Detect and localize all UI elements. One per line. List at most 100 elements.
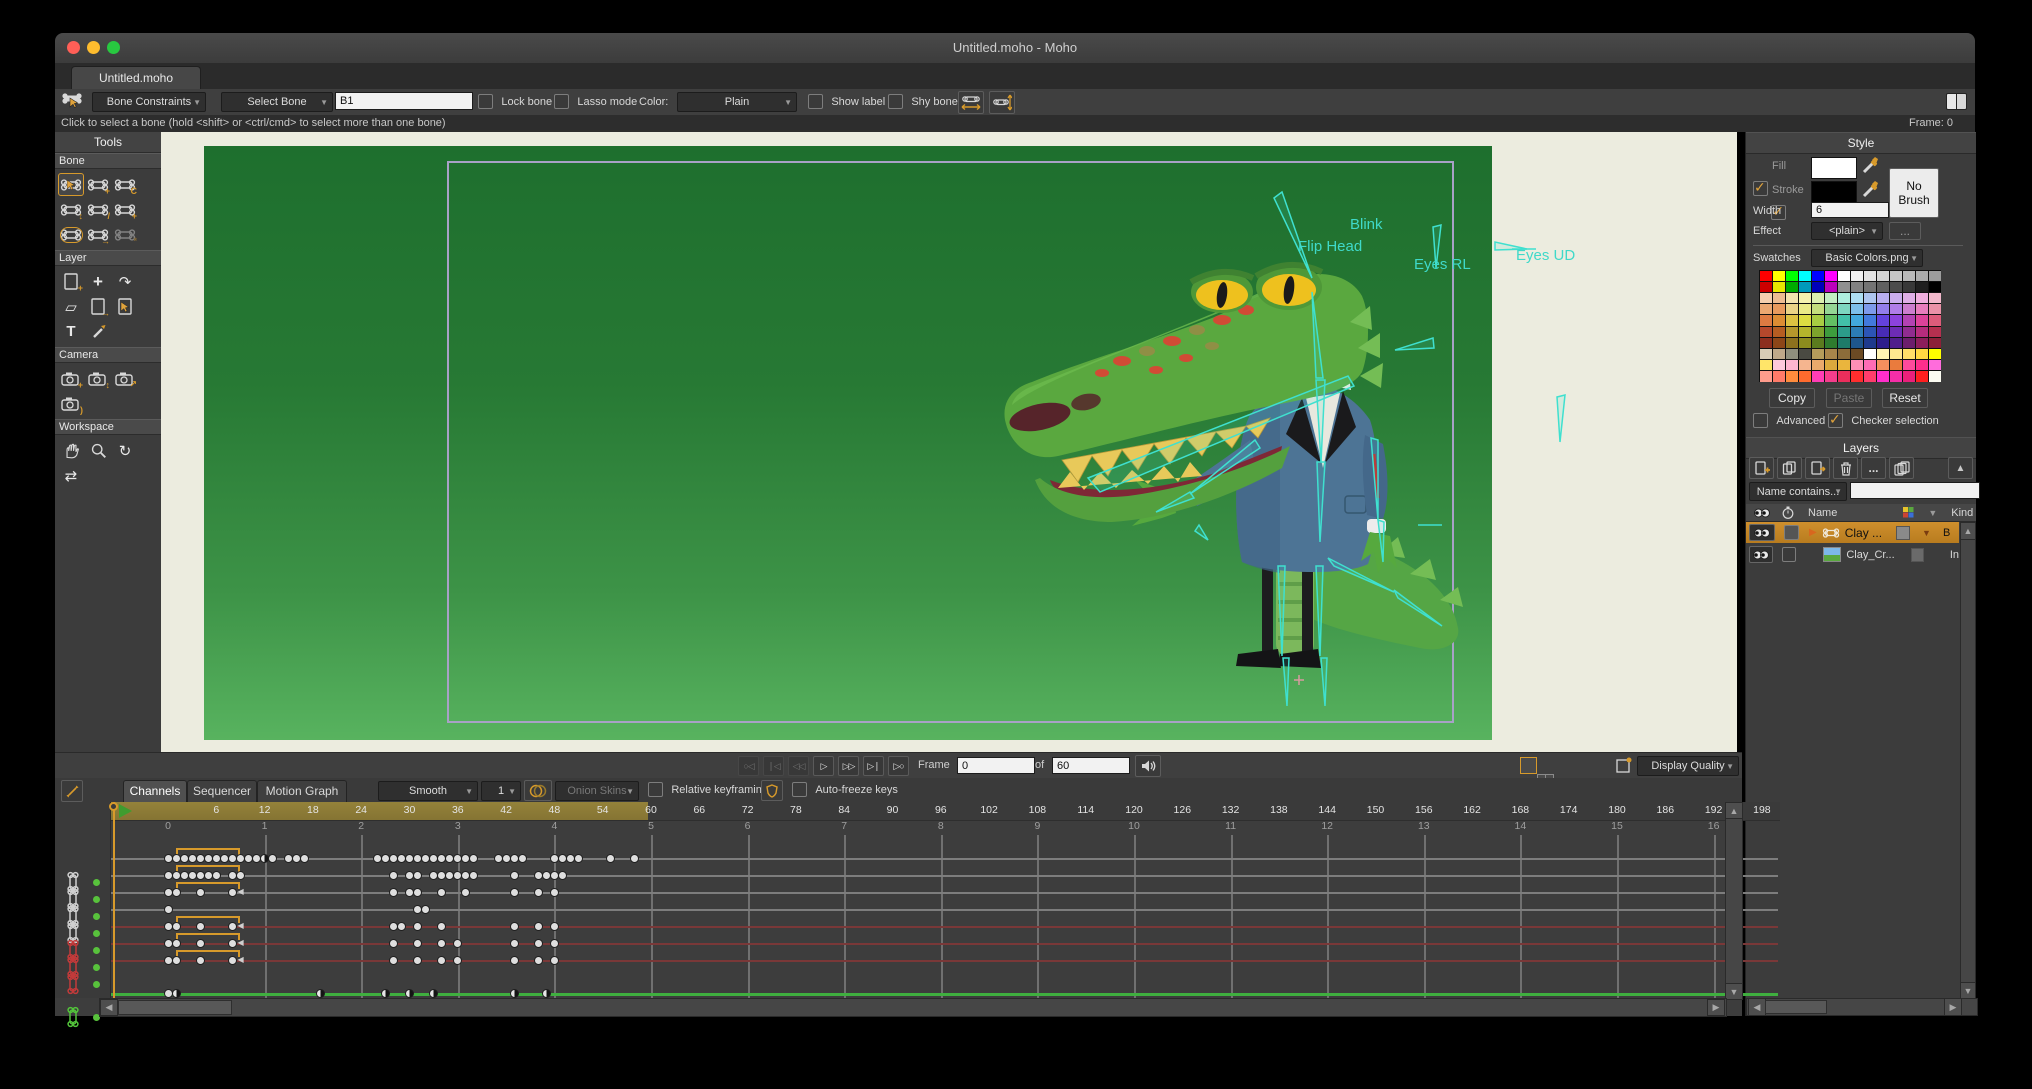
keyframe[interactable] xyxy=(550,888,559,897)
keyframe[interactable] xyxy=(228,922,237,931)
keyframe[interactable] xyxy=(228,888,237,897)
palette-swatch[interactable] xyxy=(1864,327,1876,337)
palette-swatch[interactable] xyxy=(1877,360,1889,370)
palette-swatch[interactable] xyxy=(1799,315,1811,325)
stroke-eyedropper-icon[interactable] xyxy=(1860,180,1880,200)
palette-swatch[interactable] xyxy=(1890,282,1902,292)
palette-swatch[interactable] xyxy=(1916,349,1928,359)
layer-animated-visibility-checkbox-2[interactable] xyxy=(1782,547,1796,562)
layer-color-swatch[interactable] xyxy=(1896,526,1910,540)
palette-swatch[interactable] xyxy=(1786,282,1798,292)
palette-swatch[interactable] xyxy=(1812,271,1824,281)
fill-eyedropper-icon[interactable] xyxy=(1860,156,1880,176)
single-view-button[interactable] xyxy=(1520,757,1537,774)
palette-swatch[interactable] xyxy=(1851,338,1863,348)
orbit-workspace-tool[interactable]: ⇄ xyxy=(58,464,84,487)
palette-swatch[interactable] xyxy=(1903,293,1915,303)
palette-swatch[interactable] xyxy=(1825,349,1837,359)
palette-swatch[interactable] xyxy=(1838,371,1850,381)
track-enabled-dot[interactable] xyxy=(93,947,100,954)
timeline-scrollbar-thumb[interactable] xyxy=(118,1000,232,1015)
keyframe[interactable] xyxy=(453,939,462,948)
palette-swatch[interactable] xyxy=(1903,338,1915,348)
keyframe[interactable] xyxy=(550,939,559,948)
palette-swatch[interactable] xyxy=(1864,338,1876,348)
palette-swatch[interactable] xyxy=(1773,315,1785,325)
zoom-camera-tool[interactable]: ↕ xyxy=(85,367,111,390)
palette-swatch[interactable] xyxy=(1903,349,1915,359)
palette-swatch[interactable] xyxy=(1838,315,1850,325)
palette-swatch[interactable] xyxy=(1916,315,1928,325)
palette-swatch[interactable] xyxy=(1825,327,1837,337)
palette-swatch[interactable] xyxy=(1799,304,1811,314)
flip-layer-tool[interactable]: → xyxy=(85,295,111,318)
palette-swatch[interactable] xyxy=(1825,360,1837,370)
palette-swatch[interactable] xyxy=(1838,293,1850,303)
palette-swatch[interactable] xyxy=(1799,371,1811,381)
palette-swatch[interactable] xyxy=(1903,271,1915,281)
timeline-ruler[interactable]: 6121824303642485460667278849096102108114… xyxy=(110,802,1780,821)
keyframe[interactable] xyxy=(389,871,398,880)
bone-label-blink[interactable]: Blink xyxy=(1350,216,1383,233)
timeline-horizontal-scrollbar[interactable] xyxy=(99,998,1727,1017)
palette-swatch[interactable] xyxy=(1877,282,1889,292)
palette-swatch[interactable] xyxy=(1903,282,1915,292)
tab-motion-graph[interactable]: Motion Graph xyxy=(257,780,347,802)
palette-swatch[interactable] xyxy=(1864,371,1876,381)
rotate-workspace-tool[interactable]: ↻ xyxy=(112,439,138,462)
keyframe[interactable] xyxy=(196,922,205,931)
keyframe[interactable] xyxy=(236,871,245,880)
palette-swatch[interactable] xyxy=(1825,304,1837,314)
layer-animated-visibility-checkbox[interactable] xyxy=(1784,525,1799,540)
layer-row-clay-cr[interactable]: Clay_Cr... In xyxy=(1746,544,1959,565)
palette-swatch[interactable] xyxy=(1877,293,1889,303)
palette-swatch[interactable] xyxy=(1916,304,1928,314)
text-tool[interactable]: T xyxy=(58,320,84,343)
keyframe[interactable] xyxy=(228,939,237,948)
keyframe[interactable] xyxy=(574,854,583,863)
new-layer-button[interactable] xyxy=(1749,457,1774,479)
keyframe-half[interactable] xyxy=(260,854,269,863)
window-titlebar[interactable]: Untitled.moho - Moho xyxy=(55,33,1975,63)
keyframe-half[interactable] xyxy=(405,989,414,998)
keyframe-half[interactable] xyxy=(542,989,551,998)
reference-layer-button[interactable] xyxy=(1805,457,1830,479)
jump-end-button[interactable]: ▷○ xyxy=(888,756,909,776)
palette-swatch[interactable] xyxy=(1773,349,1785,359)
keyframe[interactable] xyxy=(606,854,615,863)
palette-swatch[interactable] xyxy=(1890,304,1902,314)
track-enabled-dot[interactable] xyxy=(93,964,100,971)
select-bone-rect-tool[interactable] xyxy=(58,223,84,246)
palette-swatch[interactable] xyxy=(1864,360,1876,370)
lock-bone-checkbox[interactable] xyxy=(478,94,493,109)
palette-swatch[interactable] xyxy=(1838,304,1850,314)
palette-swatch[interactable] xyxy=(1890,338,1902,348)
playhead-line[interactable] xyxy=(113,802,115,998)
palette-swatch[interactable] xyxy=(1851,293,1863,303)
keyframe[interactable] xyxy=(437,956,446,965)
keyframe[interactable] xyxy=(534,956,543,965)
track-enabled-dot[interactable] xyxy=(93,896,100,903)
palette-swatch[interactable] xyxy=(1877,315,1889,325)
keyframe[interactable] xyxy=(300,854,309,863)
swatches-dropdown[interactable]: Basic Colors.png▼ xyxy=(1811,249,1923,267)
keyframe[interactable] xyxy=(196,956,205,965)
palette-swatch[interactable] xyxy=(1760,293,1772,303)
palette-swatch[interactable] xyxy=(1903,304,1915,314)
palette-swatch[interactable] xyxy=(1812,293,1824,303)
palette-swatch[interactable] xyxy=(1773,360,1785,370)
keyframe[interactable] xyxy=(510,956,519,965)
palette-swatch[interactable] xyxy=(1812,338,1824,348)
palette-swatch[interactable] xyxy=(1799,349,1811,359)
delete-layer-button[interactable] xyxy=(1833,457,1858,479)
palette-swatch[interactable] xyxy=(1825,315,1837,325)
onion-skins-dropdown[interactable]: Onion Skins▼ xyxy=(555,781,639,801)
palette-swatch[interactable] xyxy=(1838,327,1850,337)
palette-swatch[interactable] xyxy=(1890,327,1902,337)
keyframe[interactable] xyxy=(196,888,205,897)
palette-swatch[interactable] xyxy=(1760,360,1772,370)
palette-swatch[interactable] xyxy=(1838,282,1850,292)
stroke-color-swatch[interactable] xyxy=(1811,181,1857,203)
cycle-marker[interactable] xyxy=(176,882,240,884)
keyframe[interactable] xyxy=(534,922,543,931)
